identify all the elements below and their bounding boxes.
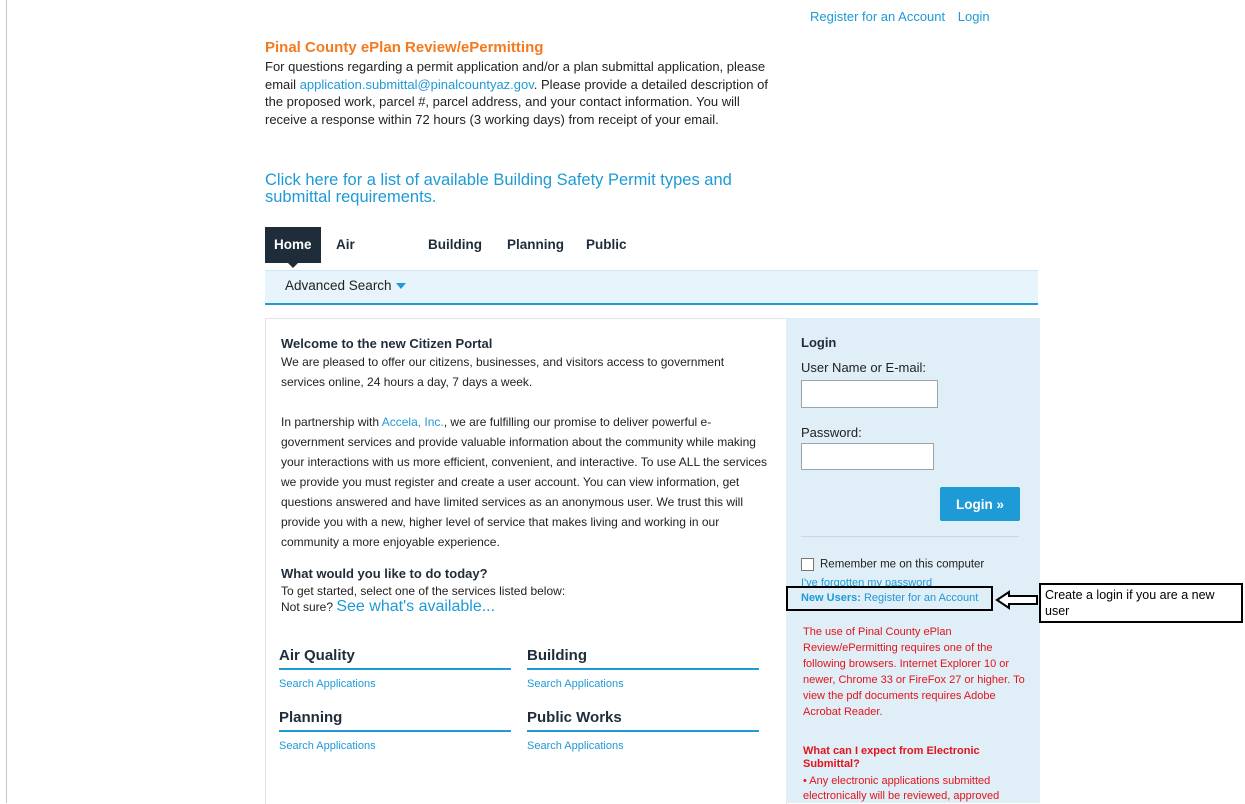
submittal-email-link[interactable]: application.submittal@pinalcountyaz.gov (300, 77, 534, 92)
service-title: Building (527, 647, 759, 670)
sub-navigation: Advanced Search (265, 270, 1038, 305)
username-input[interactable] (801, 380, 938, 408)
login-link[interactable]: Login (958, 9, 990, 24)
left-arrow-icon (995, 590, 1038, 610)
welcome-p2-before: In partnership with (281, 415, 382, 429)
browser-notice: The use of Pinal County ePlan Review/ePe… (803, 626, 1025, 718)
not-sure-label: Not sure? (281, 600, 337, 614)
todo-line-1: To get started, select one of the servic… (281, 584, 566, 598)
chevron-down-icon (395, 283, 406, 290)
service-public-works: Public Works Search Applications (527, 709, 759, 752)
page-title: Pinal County ePlan Review/ePermitting (265, 39, 544, 56)
tab-home[interactable]: Home (265, 227, 321, 268)
search-applications-link[interactable]: Search Applications (527, 740, 759, 752)
todo-title: What would you like to do today? (281, 566, 488, 581)
top-links: Register for an Account Login (810, 9, 999, 24)
tab-public-works[interactable]: Public Works (586, 227, 627, 288)
password-input[interactable] (801, 443, 934, 470)
search-applications-link[interactable]: Search Applications (279, 740, 511, 752)
see-available-link[interactable]: See what's available... (336, 598, 495, 615)
login-divider (801, 536, 1019, 537)
new-users-prefix: New Users: (801, 592, 861, 604)
advanced-search-menu[interactable]: Advanced Search (285, 278, 406, 293)
accela-link[interactable]: Accela, Inc. (382, 415, 444, 429)
tab-planning[interactable]: Planning (507, 227, 564, 263)
search-applications-link[interactable]: Search Applications (279, 678, 511, 690)
left-border-rule (6, 0, 7, 803)
username-label: User Name or E-mail: (801, 360, 926, 375)
advanced-search-label: Advanced Search (285, 278, 392, 293)
new-users-register-link[interactable]: New Users: Register for an Account (801, 592, 978, 604)
login-title: Login (801, 335, 837, 350)
expect-title: What can I expect from Electronic Submit… (803, 745, 980, 770)
welcome-paragraph-2: In partnership with Accela, Inc., we are… (281, 412, 771, 552)
new-users-link-text: Register for an Account (863, 592, 979, 604)
welcome-paragraph-1: We are pleased to offer our citizens, bu… (281, 355, 725, 389)
intro-text: For questions regarding a permit applica… (265, 58, 775, 128)
login-button[interactable]: Login » (940, 487, 1020, 521)
register-account-link[interactable]: Register for an Account (810, 9, 945, 24)
search-applications-link[interactable]: Search Applications (527, 678, 759, 690)
welcome-p2-after: , we are fulfilling our promise to deliv… (281, 415, 768, 549)
tab-air-quality[interactable]: Air Quality (336, 227, 382, 288)
service-planning: Planning Search Applications (279, 709, 511, 752)
welcome-title: Welcome to the new Citizen Portal (281, 336, 493, 351)
tab-building[interactable]: Building (428, 227, 482, 263)
remember-me-label: Remember me on this computer (820, 558, 985, 571)
service-title: Air Quality (279, 647, 511, 670)
todo-text: To get started, select one of the servic… (281, 583, 565, 615)
remember-me: Remember me on this computer (801, 558, 984, 571)
remember-me-checkbox[interactable] (801, 558, 814, 571)
welcome-text: We are pleased to offer our citizens, bu… (281, 352, 771, 552)
annotation-callout: Create a login if you are a new user (1039, 583, 1243, 623)
service-building: Building Search Applications (527, 647, 759, 690)
expect-text: • Any electronic applications submitted … (803, 775, 1000, 802)
permit-types-link[interactable]: Click here for a list of available Build… (265, 172, 785, 206)
service-air-quality: Air Quality Search Applications (279, 647, 511, 690)
password-label: Password: (801, 425, 862, 440)
service-title: Planning (279, 709, 511, 732)
service-title: Public Works (527, 709, 759, 732)
